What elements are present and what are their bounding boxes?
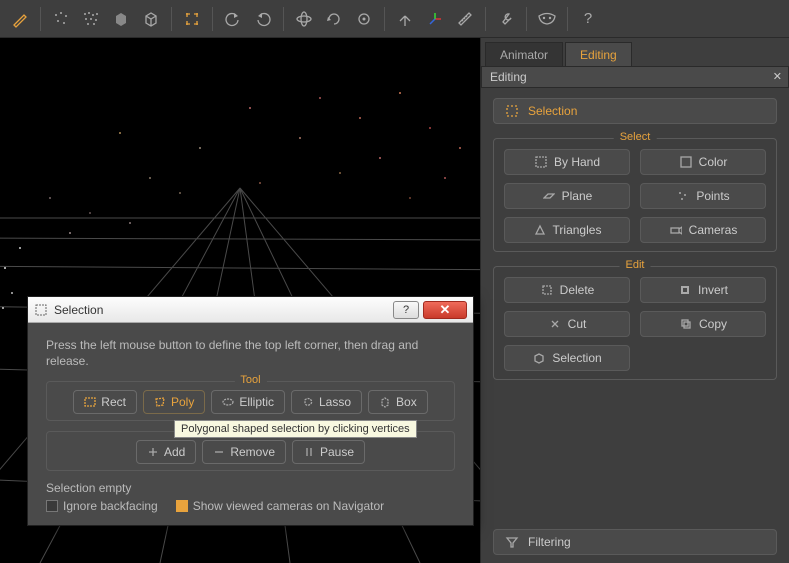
dialog-icon [34, 303, 48, 317]
toolbar-separator [384, 7, 385, 31]
edit-legend: Edit [620, 259, 651, 271]
select-group: Select By Hand Color Plane Points Triang… [493, 138, 777, 252]
wrench-icon[interactable] [492, 5, 520, 33]
color-icon [679, 155, 693, 169]
orbit-icon[interactable] [290, 5, 318, 33]
select-legend: Select [614, 131, 657, 143]
by-hand-button[interactable]: By Hand [504, 149, 630, 175]
elliptic-tool-button[interactable]: Elliptic [211, 390, 285, 414]
invert-icon [678, 283, 692, 297]
panel-subheader: Editing ✕ [481, 66, 789, 88]
tab-animator[interactable]: Animator [485, 42, 563, 66]
toolbar-separator [212, 7, 213, 31]
remove-mode-button[interactable]: Remove [202, 440, 286, 464]
tool-group: Tool Rect Poly Elliptic Lasso Box [46, 381, 455, 421]
lasso-icon [302, 396, 314, 408]
triangle-icon [533, 223, 547, 237]
add-mode-button[interactable]: Add [136, 440, 196, 464]
undo-icon[interactable] [219, 5, 247, 33]
axis-move-icon[interactable] [391, 5, 419, 33]
tab-bar: Animator Editing [481, 38, 789, 66]
ellipse-icon [222, 396, 234, 408]
toolbar-separator [40, 7, 41, 31]
selection-status: Selection empty [46, 481, 455, 495]
ignore-backfacing-checkbox[interactable]: Ignore backfacing [46, 499, 158, 513]
cut-button[interactable]: Cut [504, 311, 630, 337]
delete-button[interactable]: Delete [504, 277, 630, 303]
panel-subheader-label: Editing [490, 70, 527, 84]
checkbox-box [176, 500, 188, 512]
triangles-button[interactable]: Triangles [504, 217, 630, 243]
points-dense-icon[interactable] [77, 5, 105, 33]
delete-icon [540, 283, 554, 297]
rect-tool-button[interactable]: Rect [73, 390, 137, 414]
poly-tool-button[interactable]: Poly [143, 390, 205, 414]
plus-icon [147, 446, 159, 458]
tab-editing[interactable]: Editing [565, 42, 632, 66]
mask-icon[interactable] [533, 5, 561, 33]
hand-icon [534, 155, 548, 169]
cube-wire-icon[interactable] [137, 5, 165, 33]
target-icon[interactable] [350, 5, 378, 33]
toolbar-separator [526, 7, 527, 31]
axis-rgb-icon[interactable] [421, 5, 449, 33]
camera-icon [669, 223, 683, 237]
toolbar-separator [485, 7, 486, 31]
toolbar-separator [283, 7, 284, 31]
pause-icon [303, 446, 315, 458]
copy-icon [679, 317, 693, 331]
selection-button[interactable]: Selection [493, 98, 777, 124]
points-sparse-icon[interactable] [47, 5, 75, 33]
dialog-help-text: Press the left mouse button to define th… [46, 337, 455, 369]
poly-icon [154, 396, 166, 408]
lasso-tool-button[interactable]: Lasso [291, 390, 362, 414]
box-icon [379, 396, 391, 408]
brush-icon[interactable] [6, 5, 34, 33]
rect-icon [84, 396, 96, 408]
cut-icon [548, 317, 562, 331]
ruler-icon[interactable] [451, 5, 479, 33]
filter-icon [504, 534, 520, 550]
redo-icon[interactable] [249, 5, 277, 33]
plane-button[interactable]: Plane [504, 183, 630, 209]
toolbar-separator [567, 7, 568, 31]
points-icon [676, 189, 690, 203]
right-panel: Animator Editing Editing ✕ Selection Sel… [480, 38, 789, 563]
dialog-close-button[interactable]: ✕ [423, 301, 467, 319]
checkbox-box [46, 500, 58, 512]
filtering-button-label: Filtering [528, 535, 571, 549]
spin-icon[interactable] [320, 5, 348, 33]
cameras-button[interactable]: Cameras [640, 217, 766, 243]
pause-mode-button[interactable]: Pause [292, 440, 365, 464]
dialog-title: Selection [54, 303, 389, 317]
selection-icon [504, 103, 520, 119]
close-panel-icon[interactable]: ✕ [773, 70, 782, 83]
dialog-titlebar[interactable]: Selection ? ✕ [28, 297, 473, 323]
selection-dialog: Selection ? ✕ Press the left mouse butto… [27, 296, 474, 526]
selection-button-label: Selection [528, 104, 577, 118]
tooltip: Polygonal shaped selection by clicking v… [174, 420, 417, 438]
edit-group: Edit Delete Invert Cut Copy Selection [493, 266, 777, 380]
tool-legend: Tool [234, 374, 266, 386]
filtering-button[interactable]: Filtering [493, 529, 777, 555]
dialog-help-button[interactable]: ? [393, 301, 419, 319]
invert-button[interactable]: Invert [640, 277, 766, 303]
show-cameras-checkbox[interactable]: Show viewed cameras on Navigator [176, 499, 384, 513]
main-toolbar: ? [0, 0, 789, 38]
selection-edit-button[interactable]: Selection [504, 345, 630, 371]
color-button[interactable]: Color [640, 149, 766, 175]
toolbar-separator [171, 7, 172, 31]
minus-icon [213, 446, 225, 458]
cube-solid-icon[interactable] [107, 5, 135, 33]
points-button[interactable]: Points [640, 183, 766, 209]
help-icon[interactable]: ? [574, 5, 602, 33]
plane-icon [542, 189, 556, 203]
box-tool-button[interactable]: Box [368, 390, 428, 414]
crop-icon[interactable] [178, 5, 206, 33]
selection-wire-icon [532, 351, 546, 365]
copy-button[interactable]: Copy [640, 311, 766, 337]
